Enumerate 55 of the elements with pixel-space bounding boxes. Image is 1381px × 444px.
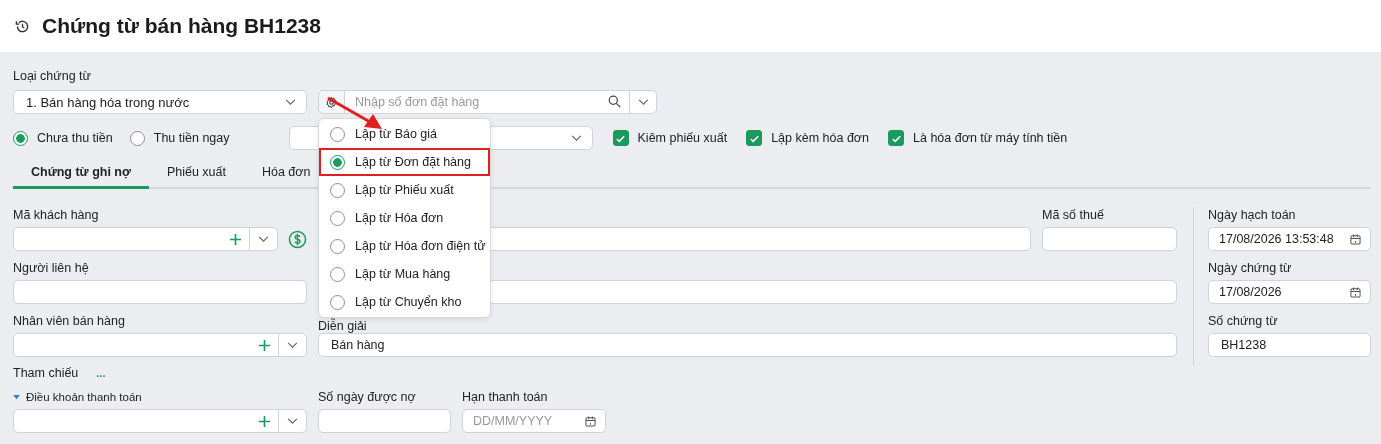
menu-item[interactable]: Lập từ Báo giá (319, 120, 490, 148)
payment-radio[interactable]: Chưa thu tiền (13, 130, 113, 146)
field-label: Loại chứng từ (13, 68, 92, 84)
calendar-icon[interactable] (1350, 233, 1361, 245)
payment-radio[interactable]: Thu tiền ngay (129, 130, 230, 146)
field-label: Hạn thanh toán (462, 389, 549, 405)
chevron-down-icon (637, 98, 649, 106)
plus-icon[interactable] (259, 415, 270, 427)
gear-icon (325, 95, 338, 109)
tab[interactable]: Chứng từ ghi nợ (13, 158, 149, 189)
caret-icon[interactable] (13, 394, 20, 400)
field-label: Người liên hệ (13, 260, 90, 276)
field-label: Số chứng từ (1208, 313, 1279, 329)
tax-code-field[interactable] (1042, 227, 1177, 251)
checkbox[interactable]: Kiêm phiếu xuất (612, 130, 728, 146)
tab[interactable]: Phiếu xuất (148, 158, 244, 189)
calendar-icon[interactable] (585, 415, 596, 427)
field-label: Diễn giải (318, 317, 368, 333)
field-label: Ngày chứng từ (1208, 260, 1293, 276)
reference-label: Tham chiếu (13, 366, 79, 380)
date-field[interactable]: 17/08/2026 13:53:48 (1208, 227, 1371, 251)
menu-item[interactable]: Lập từ Chuyển kho (319, 288, 490, 316)
checkbox[interactable]: Là hóa đơn từ máy tính tiền (888, 130, 1068, 146)
menu-item[interactable]: Lập từ Mua hàng (319, 260, 490, 288)
contact-field[interactable] (13, 280, 307, 304)
dollar-icon[interactable] (288, 229, 307, 249)
chevron-down-icon (285, 98, 296, 106)
field-label: Mã khách hàng (13, 207, 100, 223)
page-title: Chứng từ bán hàng BH1238 (42, 14, 321, 38)
field-label: Mã số thuế (1042, 207, 1105, 223)
chevron-down-icon (287, 341, 298, 349)
order-search-field[interactable]: Nhập số đơn đặt hàng (345, 90, 630, 114)
chevron-down-icon (258, 235, 270, 243)
field-label: Ngày hạch toán (1208, 207, 1297, 223)
chevron-down-icon (570, 134, 582, 142)
field-label: Điều khoản thanh toán (26, 390, 142, 405)
settings-button[interactable] (318, 90, 345, 114)
calendar-icon[interactable] (1350, 286, 1361, 298)
plus-icon[interactable] (259, 339, 270, 351)
menu-item[interactable]: Lập từ Hóa đơn điện tử (319, 232, 490, 260)
field-label: Nhân viên bán hàng (13, 313, 126, 329)
chevron-down-icon (287, 417, 298, 425)
debt-days-field[interactable] (318, 409, 451, 433)
plus-icon[interactable] (230, 233, 242, 245)
date-field[interactable]: 17/08/2026 (1208, 280, 1371, 304)
search-icon[interactable] (608, 95, 621, 108)
document-type-select[interactable]: 1. Bán hàng hóa trong nước (13, 90, 307, 114)
description-field[interactable]: Bán hàng (318, 333, 1177, 357)
dropdown-button[interactable] (630, 90, 657, 114)
history-icon[interactable] (15, 18, 30, 34)
field-label: Số ngày được nợ (318, 389, 417, 405)
voucher-number-field[interactable]: BH1238 (1208, 333, 1371, 357)
menu-item[interactable]: Lập từ Hóa đơn (319, 204, 490, 232)
menu-item[interactable]: Lập từ Đơn đặt hàng (319, 148, 490, 176)
checkbox[interactable]: Lập kèm hóa đơn (746, 130, 870, 146)
